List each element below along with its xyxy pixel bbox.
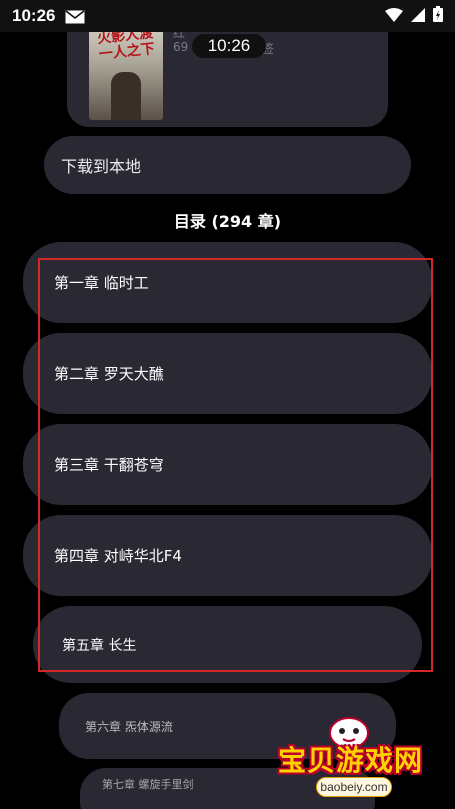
time-pill: 10:26	[192, 34, 266, 58]
book-stats: 69	[173, 40, 189, 54]
chapter-item[interactable]: 第一章 临时工	[23, 242, 432, 323]
battery-icon	[433, 6, 443, 26]
book-cover: 火影人渡 一人之下	[89, 20, 163, 120]
mail-icon	[65, 9, 85, 24]
chapter-item[interactable]: 第四章 对峙华北F4	[23, 515, 432, 596]
download-button[interactable]: 下载到本地	[44, 136, 411, 194]
chapter-item[interactable]: 第三章 干翻苍穹	[23, 424, 432, 505]
status-icons	[385, 6, 443, 26]
chapter-item[interactable]: 第二章 罗天大醮	[23, 333, 432, 414]
cover-figure	[111, 72, 141, 120]
signal-icon	[411, 7, 425, 26]
watermark-url: baobeiy.com	[316, 777, 392, 797]
status-bar: 10:26	[0, 0, 455, 32]
screen: 10:26 火影人渡 一人之下 红 69 签 10:26 下载到本地 目录 (2…	[0, 0, 455, 809]
chapter-item[interactable]: 第五章 长生	[33, 606, 422, 683]
wifi-icon	[385, 7, 403, 26]
status-time: 10:26	[12, 6, 56, 25]
watermark-text: 宝贝游戏网	[278, 744, 424, 777]
toc-title: 目录 (294 章)	[173, 212, 282, 231]
watermark: 宝贝游戏网 baobeiy.com	[276, 713, 426, 805]
